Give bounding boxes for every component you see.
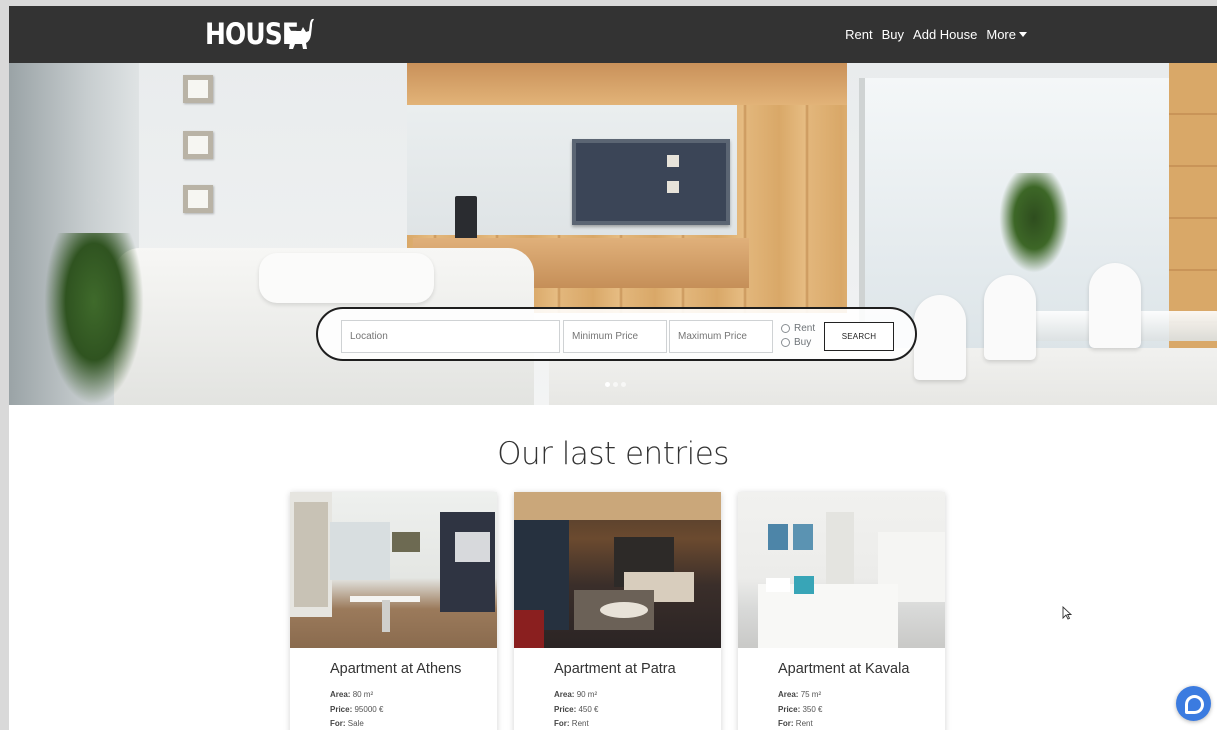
listing-card[interactable]: Apartment at Athens Area: 80 m² Price: 9… xyxy=(290,492,497,730)
listing-title: Apartment at Patra xyxy=(554,661,676,677)
listing-type-radios: Rent Buy xyxy=(781,321,821,349)
nav-more-label: More xyxy=(986,27,1016,42)
wall-frame xyxy=(183,131,213,159)
nav-links: Rent Buy Add House More xyxy=(845,6,1027,63)
listing-card[interactable]: Apartment at Kavala Area: 75 m² Price: 3… xyxy=(738,492,945,730)
section-title: Our last entries xyxy=(497,436,729,472)
carousel-dot[interactable] xyxy=(613,382,618,387)
wall-frame xyxy=(183,75,213,103)
carousel-indicators xyxy=(605,382,626,387)
sofa-cushion xyxy=(259,253,434,303)
carousel-dot[interactable] xyxy=(621,382,626,387)
plant xyxy=(999,173,1069,273)
chair xyxy=(984,275,1036,360)
location-input[interactable] xyxy=(341,320,560,353)
brand-logo[interactable]: HOUSE xyxy=(205,16,315,52)
listing-specs: Area: 75 m² Price: 350 € For: Rent xyxy=(778,690,823,728)
tv-screen xyxy=(572,139,730,225)
search-bar: Rent Buy SEARCH xyxy=(316,307,917,361)
listing-specs: Area: 80 m² Price: 95000 € For: Sale xyxy=(330,690,384,728)
radio-rent-label: Rent xyxy=(794,322,816,334)
chat-bubble-icon[interactable] xyxy=(1176,686,1211,721)
speaker xyxy=(455,196,477,242)
listing-photo xyxy=(290,492,497,648)
radio-buy[interactable]: Buy xyxy=(781,335,821,349)
listing-photo xyxy=(738,492,945,648)
nav-add-house-link[interactable]: Add House xyxy=(913,27,977,42)
plant xyxy=(44,233,144,405)
nav-rent-link[interactable]: Rent xyxy=(845,27,872,42)
search-button[interactable]: SEARCH xyxy=(824,322,894,351)
radio-circle-icon xyxy=(781,323,790,333)
listing-photo xyxy=(514,492,721,648)
listing-card[interactable]: Apartment at Patra Area: 90 m² Price: 45… xyxy=(514,492,721,730)
carousel-prev-icon[interactable]: ‹ xyxy=(96,191,101,207)
chair xyxy=(914,295,966,380)
navbar: HOUSE Rent Buy Add House More xyxy=(9,6,1217,63)
wall-frame xyxy=(183,185,213,213)
brand-text: HOUSE xyxy=(205,17,299,51)
wood-cabinet xyxy=(407,63,847,105)
chair xyxy=(1089,263,1141,348)
max-price-input[interactable] xyxy=(669,320,773,353)
listing-title: Apartment at Kavala xyxy=(778,661,910,677)
page: HOUSE Rent Buy Add House More ‹ Location… xyxy=(9,6,1217,730)
nav-more-dropdown[interactable]: More xyxy=(986,27,1027,42)
carousel-dot[interactable] xyxy=(605,382,610,387)
min-price-input[interactable] xyxy=(563,320,667,353)
mouse-cursor-icon xyxy=(1062,606,1072,620)
listing-title: Apartment at Athens xyxy=(330,661,462,677)
radio-rent[interactable]: Rent xyxy=(781,321,821,335)
radio-buy-label: Buy xyxy=(794,336,812,348)
radio-circle-icon xyxy=(781,337,790,347)
listing-specs: Area: 90 m² Price: 450 € For: Rent xyxy=(554,690,599,728)
caret-down-icon xyxy=(1019,32,1027,37)
nav-buy-link[interactable]: Buy xyxy=(882,27,904,42)
